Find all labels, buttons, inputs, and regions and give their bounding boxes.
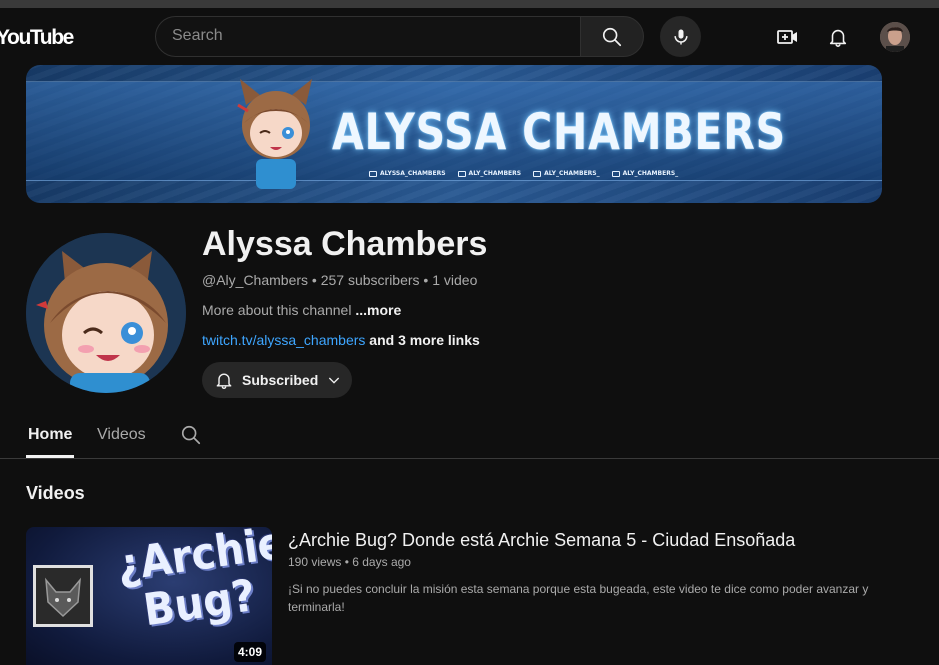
microphone-icon	[673, 29, 688, 44]
video-description: ¡Si no puedes concluir la misión esta se…	[288, 582, 869, 614]
wolf-icon	[36, 568, 90, 624]
account-avatar[interactable]	[880, 22, 910, 52]
video-count: 1 video	[432, 272, 478, 288]
search-button[interactable]	[580, 16, 644, 57]
banner-handle-instagram: ALY_CHAMBERS_	[533, 170, 600, 177]
instagram-icon	[533, 170, 542, 177]
channel-banner: ALYSSA CHAMBERS ALYSSA_CHAMBERS ALY_CHAM…	[26, 65, 882, 203]
search-box[interactable]	[155, 16, 581, 57]
x-icon	[611, 170, 620, 177]
video-meta: 190 views • 6 days ago	[288, 555, 411, 569]
about-more-link[interactable]: ...more	[355, 302, 401, 318]
user-avatar-icon	[880, 22, 910, 52]
section-title[interactable]: Videos	[26, 483, 85, 504]
tab-home[interactable]: Home	[28, 426, 72, 444]
voice-search-button[interactable]	[660, 16, 701, 57]
video-views: 190 views	[288, 555, 342, 569]
bell-icon	[829, 29, 847, 47]
thumbnail-text: ¿Archie Bug?	[114, 527, 272, 638]
banner-handle-twitch: ALYSSA_CHAMBERS	[369, 170, 446, 177]
channel-meta: @Aly_Chambers • 257 subscribers • 1 vide…	[202, 272, 478, 288]
banner-handle-youtube: ALY_CHAMBERS	[457, 170, 521, 177]
youtube-icon	[457, 170, 466, 177]
channel-handle: @Aly_Chambers	[202, 272, 309, 288]
channel-about[interactable]: More about this channel ...more	[202, 302, 401, 318]
banner-title: ALYSSA CHAMBERS	[332, 103, 786, 161]
subscriber-count: 257 subscribers	[320, 272, 420, 288]
subscribed-label: Subscribed	[242, 372, 319, 388]
channel-avatar-art	[26, 233, 186, 393]
search-icon	[602, 27, 622, 46]
video-duration: 4:09	[234, 642, 267, 662]
channel-name: Alyssa Chambers	[202, 225, 488, 263]
search-input[interactable]	[172, 27, 562, 45]
banner-social-handles: ALYSSA_CHAMBERS ALY_CHAMBERS ALY_CHAMBER…	[369, 170, 678, 177]
tab-videos[interactable]: Videos	[97, 426, 146, 444]
channel-search-button[interactable]	[180, 424, 202, 446]
search-icon	[181, 425, 201, 445]
youtube-channel-page: YouTube ALYSSA CHAMBERS	[0, 0, 939, 665]
bell-icon	[216, 373, 232, 389]
video-age: 6 days ago	[352, 555, 411, 569]
about-text[interactable]: More about this channel	[202, 302, 351, 318]
create-button[interactable]	[773, 22, 803, 52]
video-title[interactable]: ¿Archie Bug? Donde está Archie Semana 5 …	[288, 530, 795, 551]
more-links-button[interactable]: and 3 more links	[369, 332, 479, 348]
tabs-divider	[0, 458, 939, 459]
channel-links: twitch.tv/alyssa_chambers and 3 more lin…	[202, 332, 480, 348]
create-video-icon	[777, 30, 797, 44]
banner-character-art	[237, 79, 312, 189]
thumbnail-wolf-logo	[33, 565, 93, 627]
twitch-icon	[369, 170, 377, 177]
banner-handle-x: ALY_CHAMBERS_	[611, 170, 678, 177]
notifications-button[interactable]	[823, 22, 853, 52]
browser-top-strip	[0, 0, 939, 8]
channel-avatar[interactable]	[26, 233, 186, 393]
chevron-down-icon	[329, 377, 340, 384]
subscribed-button[interactable]: Subscribed	[202, 362, 352, 398]
twitch-link[interactable]: twitch.tv/alyssa_chambers	[202, 332, 365, 348]
youtube-logo[interactable]: YouTube	[0, 26, 74, 50]
